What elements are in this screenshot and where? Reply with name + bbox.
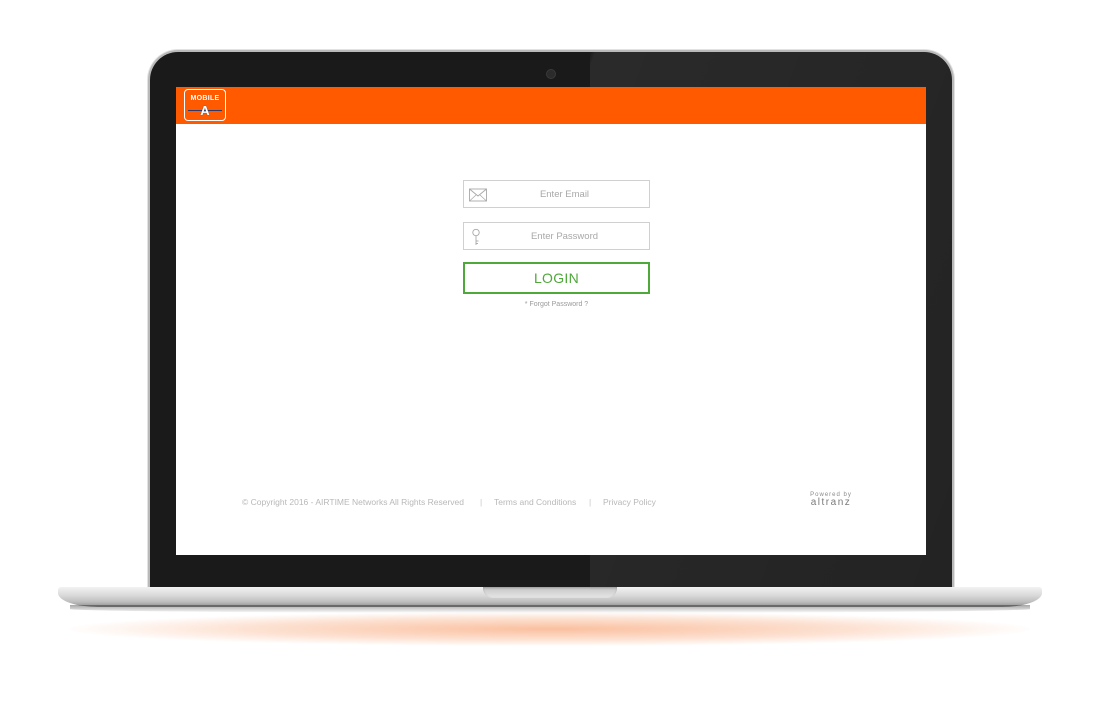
logo-text: MOBILE: [190, 95, 220, 102]
laptop-lid: MOBILE A Enter Email LOGIN * Forgot Pass…: [150, 52, 952, 589]
footer-separator: |: [480, 497, 483, 507]
email-input[interactable]: [464, 181, 649, 207]
copyright-text: © Copyright 2016 - AIRTIME Networks All …: [242, 497, 464, 507]
email-field-wrapper: [463, 180, 650, 208]
footer-separator: |: [589, 497, 592, 507]
app-logo[interactable]: MOBILE A: [184, 89, 226, 121]
password-field-wrapper: [463, 222, 650, 250]
laptop-notch: [483, 587, 617, 598]
login-button[interactable]: LOGIN: [463, 262, 650, 294]
terms-link[interactable]: Terms and Conditions: [494, 497, 576, 507]
forgot-password-link[interactable]: * Forgot Password ?: [463, 301, 650, 308]
app-header: MOBILE A: [176, 87, 926, 124]
password-input[interactable]: [464, 223, 649, 249]
webcam-icon: [546, 69, 556, 79]
logo-letter: A: [200, 103, 210, 118]
laptop-reflection: [70, 612, 1030, 646]
privacy-link[interactable]: Privacy Policy: [603, 497, 656, 507]
stage: MOBILE A Enter Email LOGIN * Forgot Pass…: [0, 0, 1100, 704]
laptop-screen: MOBILE A Enter Email LOGIN * Forgot Pass…: [176, 87, 926, 555]
login-form: LOGIN * Forgot Password ?: [463, 180, 650, 308]
footer: © Copyright 2016 - AIRTIME Networks All …: [242, 497, 862, 517]
laptop-base-shadow: [70, 605, 1030, 613]
powered-by-brand: altranz: [810, 497, 852, 508]
powered-by: Powered by altranz: [806, 492, 856, 508]
